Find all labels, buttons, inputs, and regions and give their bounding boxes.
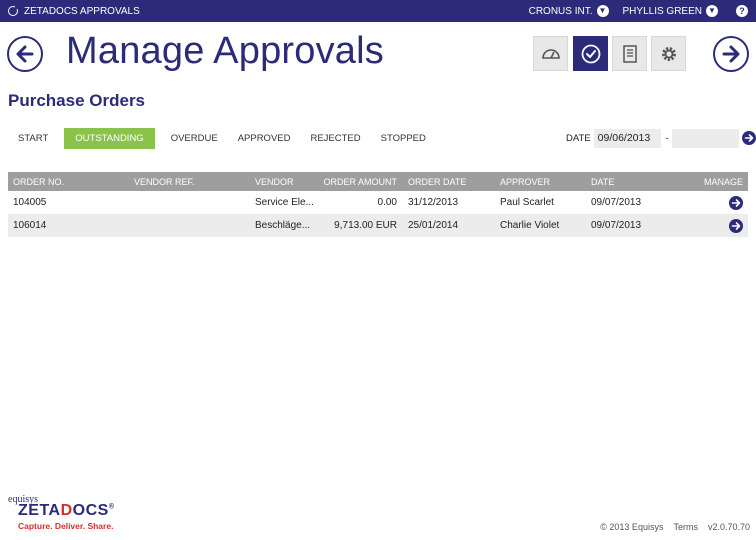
column-header-vendor[interactable]: VENDOR [255,172,315,191]
date-cell: 09/07/2013 [591,220,642,231]
company-menu[interactable]: CRONUS INT. ▼ [529,5,609,17]
logo-registered: ® [108,503,115,511]
date-to-input[interactable] [671,128,739,148]
documents-button[interactable] [612,36,647,71]
forward-button[interactable] [713,36,749,72]
dashboard-button[interactable] [533,36,568,71]
table-row[interactable]: 106014 Beschläge... 9,713.00 EUR 25/01/2… [8,214,748,237]
app-brand: ZETADOCS APPROVALS [8,0,140,22]
company-name: CRONUS INT. [528,5,593,17]
date-from-input[interactable] [593,128,661,148]
approvals-button[interactable] [573,36,608,71]
arrow-right-icon [722,45,740,63]
logo-text-a: ZETA [18,502,61,519]
top-bar: ZETADOCS APPROVALS CRONUS INT. ▼ PHYLLIS… [0,0,756,22]
gauge-icon [542,49,560,59]
arrow-left-icon [16,45,34,63]
approvals-table: ORDER NO. VENDOR REF. VENDOR ORDER AMOUN… [8,172,748,237]
column-header-approver[interactable]: APPROVER [500,172,590,191]
logo-tagline: Capture. Deliver. Share. [18,521,114,531]
footer-links: © 2013 Equisys Terms v2.0.70.70 [600,522,750,532]
section-title: Purchase Orders [8,91,146,110]
manage-cell [698,214,743,237]
manage-cell [698,191,743,214]
tab-start[interactable]: START [8,128,58,149]
order-no-cell: 104005 [13,197,47,208]
approver-cell: Paul Scarlet [500,197,554,208]
order-amount-cell: 0.00 [377,197,397,208]
table-row[interactable]: 104005 Service Ele... 0.00 31/12/2013 Pa… [8,191,748,214]
settings-button[interactable] [651,36,686,71]
zetadocs-logo: equisys ZETADOCS® Capture. Deliver. Shar… [8,494,128,534]
chevron-down-icon[interactable]: ▼ [596,5,609,17]
arrow-right-icon [744,134,754,142]
vendor-ref-cell [134,191,244,214]
document-icon [623,45,637,63]
order-amount-cell: 9,713.00 EUR [334,220,397,231]
user-menu[interactable]: PHYLLIS GREEN ▼ [623,5,718,17]
order-date-cell: 25/01/2014 [408,220,459,231]
app-name: ZETADOCS APPROVALS [24,5,140,17]
tab-stopped[interactable]: STOPPED [371,128,436,149]
arrow-right-icon [731,198,741,207]
tab-rejected[interactable]: REJECTED [300,128,370,149]
tab-approved[interactable]: APPROVED [228,128,301,149]
order-date-cell: 31/12/2013 [408,197,459,208]
check-circle-icon [581,44,601,64]
logo-text-o: D [60,502,73,519]
approver-cell: Charlie Violet [500,220,560,231]
copyright-text: © 2013 Equisys [600,522,664,532]
vendor-cell: Beschläge... [255,220,311,231]
user-name: PHYLLIS GREEN [622,5,702,17]
column-header-order-no[interactable]: ORDER NO. [13,172,123,191]
vendor-cell: Service Ele... [255,197,314,208]
back-button[interactable] [7,36,43,72]
arrow-right-icon [731,221,741,230]
order-no-cell: 106014 [13,220,47,231]
logo-zetadocs: ZETADOCS® [18,502,115,520]
date-filter: DATE - [566,128,756,148]
terms-link[interactable]: Terms [673,522,698,532]
tab-overdue[interactable]: OVERDUE [161,128,228,149]
date-filter-label: DATE [566,132,591,144]
column-header-manage: MANAGE [703,176,743,187]
help-icon[interactable]: ? [736,5,748,17]
date-cell: 09/07/2013 [591,197,642,208]
vendor-ref-cell [134,214,244,237]
table-header: ORDER NO. VENDOR REF. VENDOR ORDER AMOUN… [8,172,748,191]
version-text: v2.0.70.70 [707,522,750,532]
status-tabs: START OUTSTANDING OVERDUE APPROVED REJEC… [8,128,436,149]
zetadocs-icon [8,5,19,16]
column-header-vendor-ref[interactable]: VENDOR REF. [134,172,244,191]
date-separator: - [665,132,669,144]
column-header-date[interactable]: DATE [591,172,671,191]
apply-date-filter-button[interactable] [741,131,756,145]
tab-outstanding[interactable]: OUTSTANDING [64,128,155,149]
chevron-down-icon[interactable]: ▼ [706,5,718,17]
gear-icon [662,47,676,61]
manage-button[interactable] [729,218,743,233]
column-header-order-date[interactable]: ORDER DATE [408,172,488,191]
top-bar-right: CRONUS INT. ▼ PHYLLIS GREEN ▼ ? [529,0,756,22]
manage-button[interactable] [729,195,743,210]
page-title: Manage Approvals [66,30,384,72]
column-header-order-amount[interactable]: ORDER AMOUNT [308,172,397,191]
logo-text-b: OCS [72,502,109,519]
